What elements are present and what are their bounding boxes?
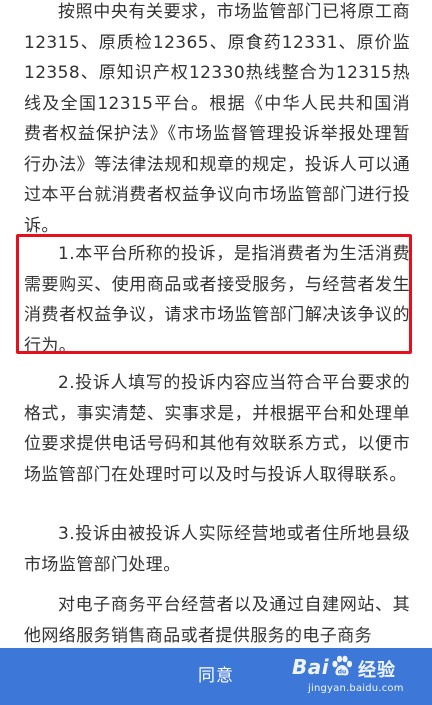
highlight-box — [16, 234, 412, 354]
watermark-url: jingyan.baidu.com — [308, 683, 404, 694]
notice-paragraph-ecommerce: 对电子商务平台经营者以及通过自建网站、其他网络服务销售商品或者提供服务的电子商务 — [24, 595, 410, 646]
notice-paragraph-intro: 按照中央有关要求，市场监管部门已将原工商12315、原质检12365、原食药12… — [24, 2, 410, 236]
notice-content: 按照中央有关要求，市场监管部门已将原工商12315、原质检12365、原食药12… — [0, 0, 432, 648]
watermark-brand-right: 经验 — [358, 660, 396, 681]
svg-text:du: du — [338, 669, 347, 676]
baidu-paw-icon: du — [332, 655, 353, 676]
notice-paragraph-2: 2.投诉人填写的投诉内容应当符合平台要求的格式，事实清楚、实事求是，并根据平台和… — [24, 373, 410, 485]
baidu-jingyan-watermark: Bai du 经验 jingyan.baidu.com — [292, 652, 422, 700]
watermark-brand: Bai du 经验 — [292, 652, 422, 682]
notice-paragraph-3: 3.投诉由被投诉人实际经营地或者住所地县级市场监管部门处理。 — [24, 524, 410, 575]
watermark-brand-left: Bai — [292, 655, 330, 679]
